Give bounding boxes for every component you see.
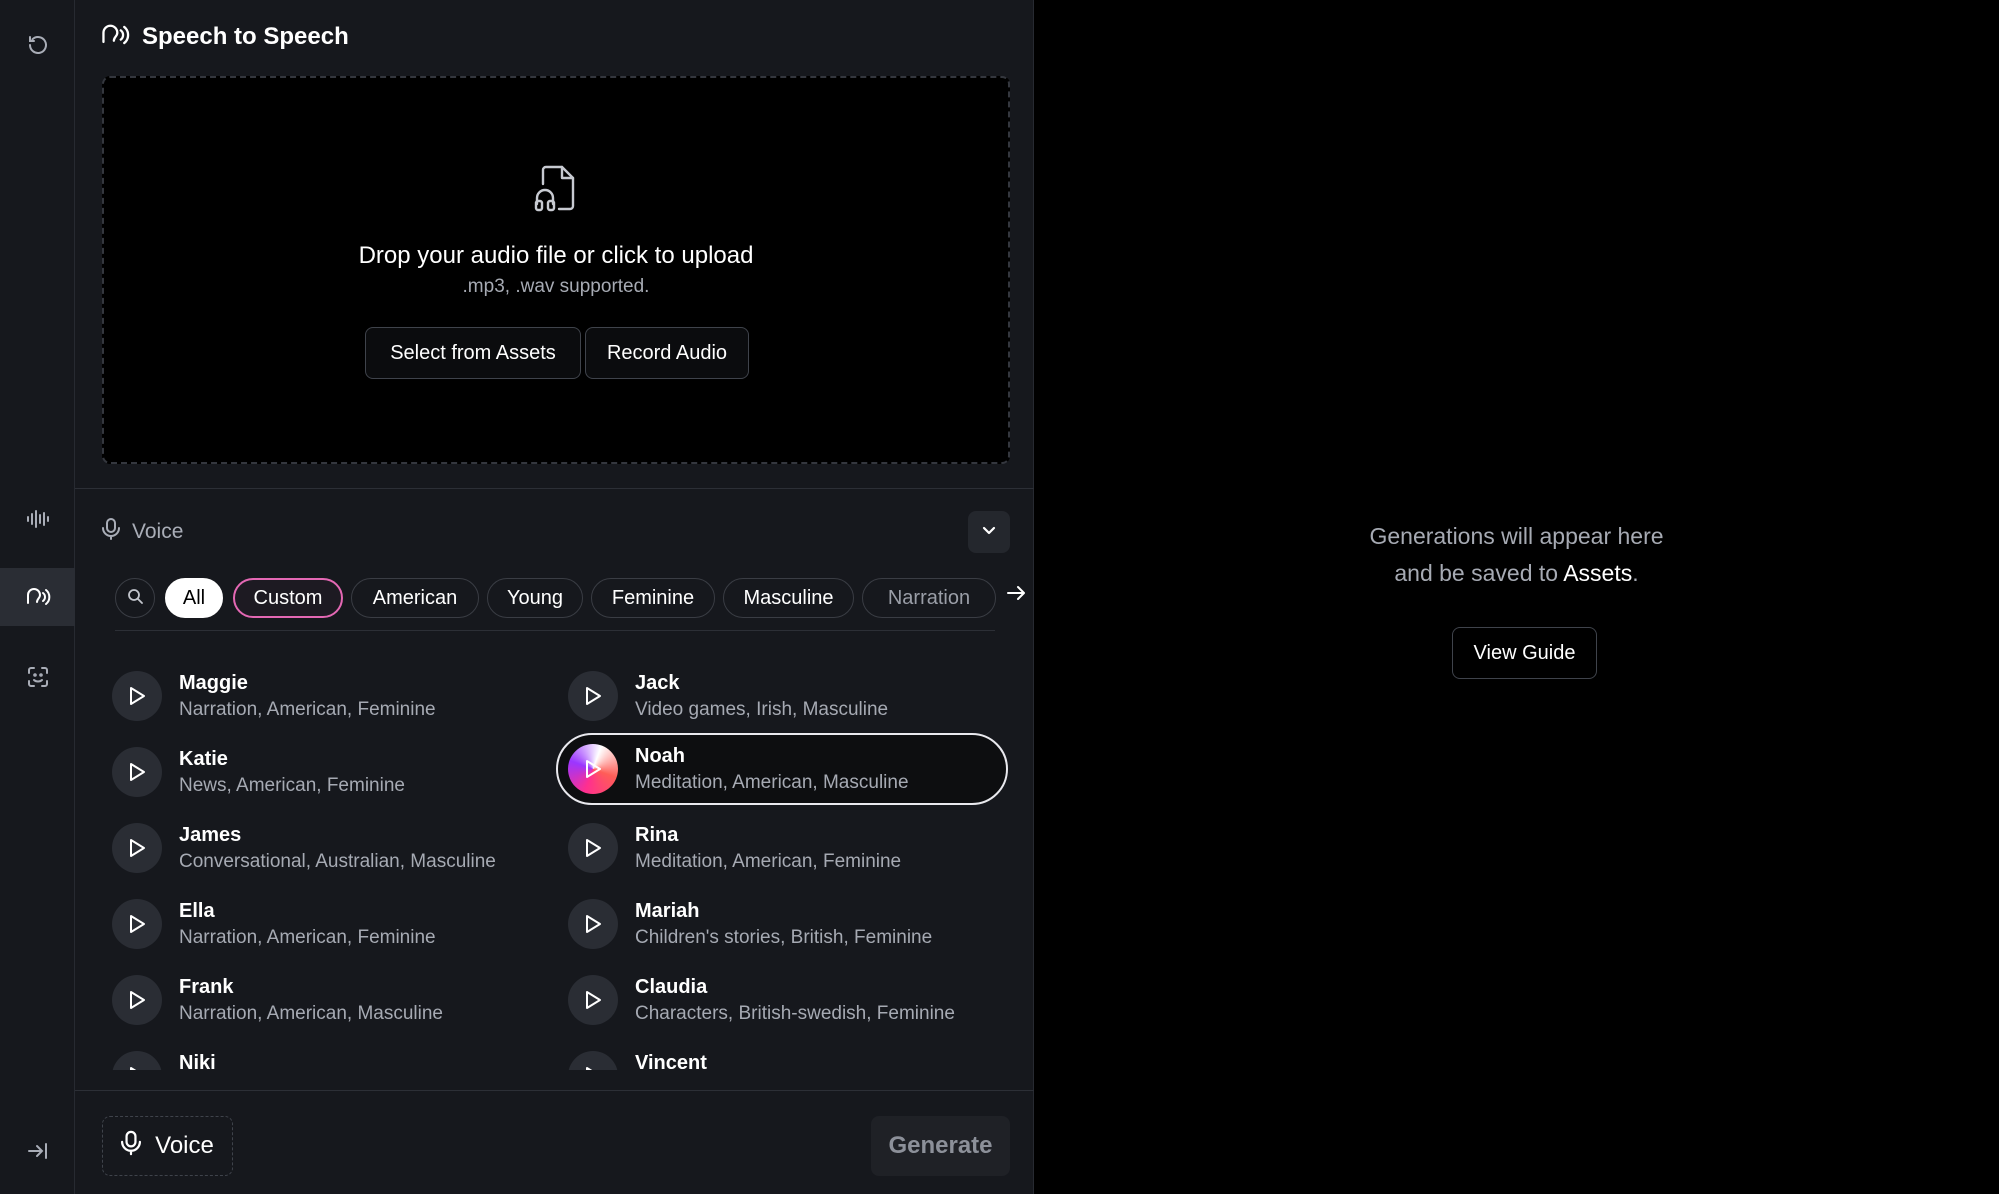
history-icon[interactable]: [0, 16, 75, 74]
voice-name: James: [179, 824, 242, 846]
speech-to-speech-icon: [100, 21, 130, 54]
voice-item-james[interactable]: James Conversational, Australian, Mascul…: [100, 812, 552, 884]
scroll-filters-right-icon[interactable]: [1005, 582, 1027, 609]
voice-tags: Narration, American, Feminine: [179, 699, 436, 720]
voice-item-katie[interactable]: Katie News, American, Feminine: [100, 736, 552, 808]
icon-rail: [0, 0, 75, 1194]
voice-select-button[interactable]: Voice: [102, 1116, 233, 1176]
voice-item-frank[interactable]: Frank Narration, American, Masculine: [100, 964, 552, 1036]
voice-name: Jack: [635, 672, 680, 694]
voice-section-label: Voice: [132, 520, 184, 543]
voice-tags: Video games, Irish, Masculine: [635, 699, 889, 720]
empty-state-line-2: and be saved to Assets.: [1034, 555, 1999, 592]
voice-item-jack[interactable]: Jack Video games, Irish, Masculine: [556, 660, 1008, 732]
voice-tags: Narration, American, Feminine: [179, 927, 436, 948]
play-icon[interactable]: [568, 744, 618, 794]
microphone-icon: [102, 518, 120, 546]
voice-name: Noah: [635, 745, 685, 767]
play-icon[interactable]: [112, 1051, 162, 1070]
expand-sidebar-icon[interactable]: [0, 1122, 75, 1180]
voice-tags: Narration, American, Masculine: [179, 1003, 443, 1024]
collapse-voice-button[interactable]: [968, 511, 1010, 553]
voice-name: Katie: [179, 748, 228, 770]
voice-tags: Meditation, American, Feminine: [635, 851, 902, 872]
play-icon[interactable]: [112, 823, 162, 873]
generate-button[interactable]: Generate: [871, 1116, 1010, 1176]
voice-name: Ella: [179, 900, 215, 922]
view-guide-button[interactable]: View Guide: [1452, 627, 1597, 679]
voice-list: Maggie Narration, American, Feminine Jac…: [75, 660, 1034, 1070]
voice-tags: Conversational, Australian, Masculine: [179, 851, 496, 872]
panel-header: Speech to Speech: [100, 20, 349, 54]
empty-state-prefix: and be saved to: [1394, 560, 1559, 586]
voice-search-button[interactable]: [115, 578, 155, 618]
voice-item-maggie[interactable]: Maggie Narration, American, Feminine: [100, 660, 552, 732]
audio-file-icon: [533, 164, 577, 217]
play-icon[interactable]: [568, 975, 618, 1025]
filter-chip-custom[interactable]: Custom: [233, 578, 343, 618]
page-title: Speech to Speech: [142, 23, 349, 50]
speech-to-speech-icon[interactable]: [0, 568, 75, 626]
empty-state-suffix: .: [1632, 560, 1639, 586]
filter-chip-american[interactable]: American: [351, 578, 479, 618]
play-icon[interactable]: [568, 823, 618, 873]
voice-name: Vincent: [635, 1052, 707, 1070]
divider: [75, 488, 1034, 489]
voice-name: Claudia: [635, 976, 708, 998]
play-icon[interactable]: [112, 747, 162, 797]
select-from-assets-button[interactable]: Select from Assets: [365, 327, 581, 379]
voice-name: Mariah: [635, 900, 700, 922]
voice-item-ella[interactable]: Ella Narration, American, Feminine: [100, 888, 552, 960]
upload-title: Drop your audio file or click to upload: [358, 242, 754, 269]
voice-item-mariah[interactable]: Mariah Children's stories, British, Femi…: [556, 888, 1008, 960]
filter-chip-young[interactable]: Young: [487, 578, 583, 618]
voice-section-header: Voice: [102, 518, 183, 546]
chevron-down-icon: [981, 522, 997, 543]
voice-item-claudia[interactable]: Claudia Characters, British-swedish, Fem…: [556, 964, 1008, 1036]
voice-filter-bar: All Custom American Young Feminine Mascu…: [115, 578, 996, 620]
play-icon[interactable]: [112, 899, 162, 949]
assets-link[interactable]: Assets: [1563, 560, 1632, 586]
upload-formats: .mp3, .wav supported.: [462, 276, 650, 297]
filter-chip-narration[interactable]: Narration: [862, 578, 996, 618]
voice-tags: Meditation, American, Masculine: [635, 772, 909, 793]
voice-name: Frank: [179, 976, 234, 998]
play-icon[interactable]: [568, 1051, 618, 1070]
voice-name: Maggie: [179, 672, 248, 694]
voice-tags: Characters, British-swedish, Feminine: [635, 1003, 955, 1024]
voice-tags: Children's stories, British, Feminine: [635, 927, 933, 948]
filter-underline: [115, 630, 995, 631]
empty-state-line-1: Generations will appear here: [1369, 523, 1664, 549]
generations-area: Generations will appear here and be save…: [1034, 0, 1999, 1194]
speech-to-speech-panel: Speech to Speech Drop your audio file or…: [75, 0, 1034, 1194]
play-icon[interactable]: [568, 671, 618, 721]
filter-chip-masculine[interactable]: Masculine: [723, 578, 854, 618]
voice-item-vincent[interactable]: Vincent: [556, 1040, 1008, 1070]
voice-item-niki[interactable]: Niki: [100, 1040, 552, 1070]
filter-chip-all[interactable]: All: [165, 578, 223, 618]
footer-divider: [75, 1090, 1034, 1091]
voice-select-label: Voice: [155, 1132, 214, 1159]
waveform-icon[interactable]: [0, 490, 75, 548]
play-icon[interactable]: [112, 975, 162, 1025]
filter-chip-feminine[interactable]: Feminine: [591, 578, 715, 618]
record-audio-button[interactable]: Record Audio: [585, 327, 749, 379]
play-icon[interactable]: [568, 899, 618, 949]
microphone-icon: [121, 1130, 142, 1163]
audio-upload-dropzone[interactable]: Drop your audio file or click to upload …: [102, 76, 1010, 464]
face-scan-icon[interactable]: [0, 648, 75, 706]
empty-state-message: Generations will appear here and be save…: [1034, 518, 1999, 592]
play-icon[interactable]: [112, 671, 162, 721]
voice-item-noah-selected[interactable]: Noah Meditation, American, Masculine: [556, 733, 1008, 805]
voice-item-rina[interactable]: Rina Meditation, American, Feminine: [556, 812, 1008, 884]
voice-name: Niki: [179, 1052, 216, 1070]
search-icon: [127, 588, 143, 609]
voice-tags: News, American, Feminine: [179, 775, 405, 796]
voice-name: Rina: [635, 824, 679, 846]
